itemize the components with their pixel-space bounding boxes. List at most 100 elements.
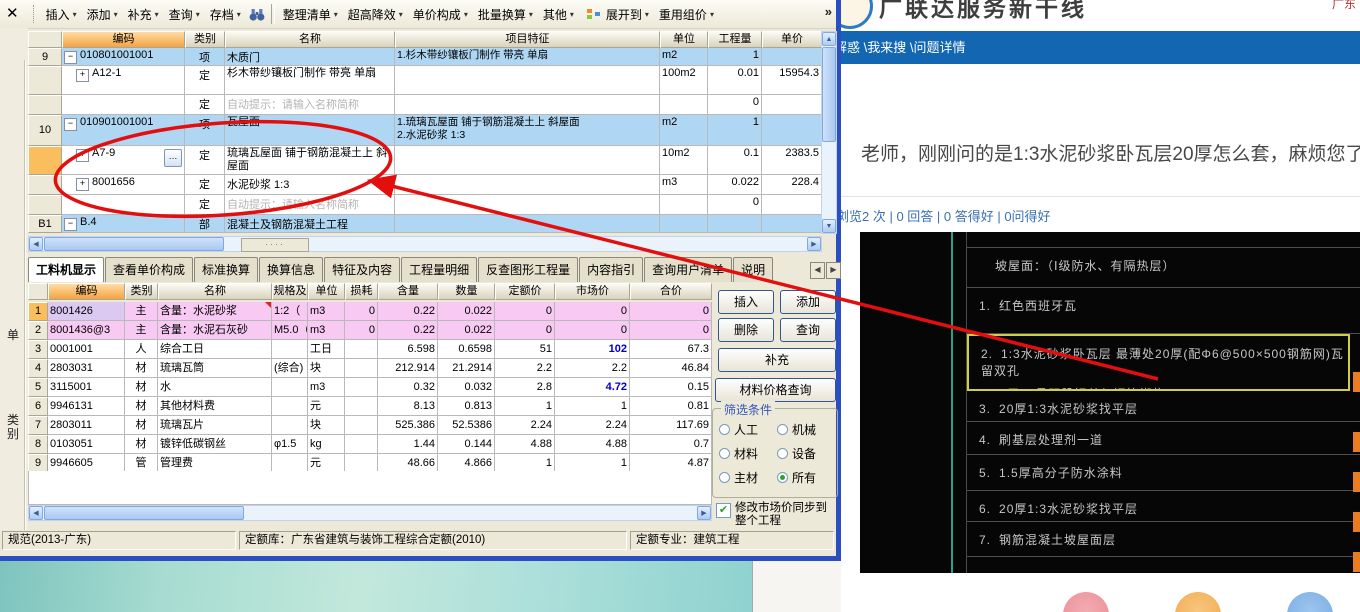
query-button[interactable]: 查询 (780, 318, 836, 342)
scroll-right-icon[interactable]: ▶ (697, 506, 711, 520)
menu-item-展开到[interactable]: 展开到 ▾ (579, 4, 654, 25)
resource-row[interactable]: 5 3115001 材水 m3 0.32 0.032 2.8 4.72 0.15 (28, 378, 712, 397)
collapse-icon[interactable]: − (64, 118, 77, 131)
code-cell[interactable] (62, 95, 185, 115)
code-cell[interactable]: + A7-9… (62, 146, 185, 175)
hscroll-thumb[interactable] (44, 506, 244, 520)
bill-row[interactable]: 定自动提示：请输入名称简称 0 (28, 195, 822, 215)
insert-button[interactable]: 插入 (718, 290, 774, 314)
name-cell[interactable]: 木质门 (225, 48, 395, 66)
market-cell[interactable]: 0 (555, 321, 630, 340)
supplement-button[interactable]: 补充 (718, 348, 836, 372)
material-price-query-button[interactable]: 材料价格查询 (715, 378, 836, 402)
column-header-名称[interactable]: 名称 (225, 31, 395, 48)
tab-内容指引[interactable]: 内容指引 (579, 257, 644, 282)
code-cell[interactable]: +8001656 (62, 175, 185, 195)
menu-item-添加[interactable]: 添加 ▾ (82, 4, 123, 25)
column-header-编码[interactable]: 编码 (48, 283, 125, 300)
name-cell[interactable]: 琉璃瓦屋面 铺于钢筋混凝土上 斜屋面 (225, 146, 395, 175)
collapse-icon[interactable]: − (64, 218, 77, 231)
market-cell[interactable]: 4.72 (555, 378, 630, 397)
radio-icon[interactable] (777, 448, 788, 459)
radio-icon[interactable] (777, 424, 788, 435)
market-cell[interactable]: 0 (555, 302, 630, 321)
bill-row[interactable]: +8001656 定水泥砂浆 1:3 m3 0.022 228.4 (28, 175, 822, 195)
radio-icon[interactable] (719, 448, 730, 459)
menu-item-存档[interactable]: 存档 ▾ (205, 4, 246, 25)
code-cell[interactable]: + A12-1 (62, 66, 185, 95)
tab-特征及内容[interactable]: 特征及内容 (324, 257, 401, 282)
scroll-left-icon[interactable]: ◀ (29, 237, 43, 251)
column-header-单价[interactable]: 单价 (762, 31, 822, 48)
radio-所有[interactable]: 所有 (777, 469, 831, 486)
code-cell[interactable]: −010801001001 (62, 48, 185, 66)
tab-反查图形工程量[interactable]: 反查图形工程量 (478, 257, 579, 282)
column-header-类别[interactable]: 类别 (185, 31, 225, 48)
emoji-orange-icon[interactable] (1175, 592, 1221, 612)
expand-icon[interactable]: + (76, 178, 89, 191)
sync-market-price-checkbox[interactable]: ✔ 修改市场价同步到整个工程 (716, 502, 836, 528)
search-binoculars-icon[interactable] (249, 7, 265, 22)
column-header-名称[interactable]: 名称 (158, 283, 272, 300)
resource-row[interactable]: 1 8001426 主含量：水泥砂浆 1:2（ m3 0 0.22 0.022 0 0 0 (28, 302, 712, 321)
tab-scroll-right-icon[interactable]: ▶ (826, 262, 841, 279)
market-cell[interactable]: 1 (555, 397, 630, 416)
bill-row[interactable]: + A7-9 … 定琉璃瓦屋面 铺于钢筋混凝土上 斜屋面 10m2 0.1 2383.5 (28, 146, 822, 175)
vscroll-thumb[interactable] (822, 47, 836, 142)
emoji-blue-icon[interactable] (1287, 592, 1333, 612)
resource-row[interactable]: 2 8001436@3 主含量：水泥石灰砂 M5.0（ m3 0 0.22 0.022 0 0 0 (28, 321, 712, 340)
resource-row[interactable]: 6 9946131 材其他材料费元 8.13 0.813 1 1 0.81 (28, 397, 712, 416)
collapse-icon[interactable]: − (64, 51, 77, 64)
radio-主材[interactable]: 主材 (719, 469, 777, 486)
main-table-vscrollbar[interactable]: ▲ ▼ (821, 31, 837, 234)
menu-item-单价构成[interactable]: 单价构成 ▾ (408, 4, 473, 25)
hscroll-thumb[interactable] (44, 237, 224, 251)
radio-icon[interactable] (719, 424, 730, 435)
code-cell[interactable]: −010901001001 (62, 115, 185, 146)
menu-item-重用组价[interactable]: 重用组价 ▾ (654, 4, 719, 25)
name-cell[interactable]: 水泥砂浆 1:3 (225, 175, 395, 195)
market-cell[interactable]: 102 (555, 340, 630, 359)
name-cell[interactable]: 自动提示：请输入名称简称 (225, 95, 395, 115)
radio-人工[interactable]: 人工 (719, 421, 777, 438)
scroll-down-icon[interactable]: ▼ (822, 219, 836, 233)
column-header-类别[interactable]: 类别 (125, 283, 158, 300)
bill-row[interactable]: 定自动提示：请输入名称简称 0 (28, 95, 822, 115)
menu-item-插入[interactable]: 插入 ▾ (41, 4, 82, 25)
resource-row[interactable]: 3 0001001 人综合工日 工日 6.598 0.6598 51 102 67.3 (28, 340, 712, 359)
quantity-cell[interactable]: 0.1 (708, 146, 762, 175)
quantity-cell[interactable] (708, 215, 762, 233)
pane-splitter-dots[interactable]: ···· (241, 238, 309, 252)
scroll-right-icon[interactable]: ▶ (807, 237, 821, 251)
expand-icon[interactable]: + (76, 149, 89, 162)
region-link[interactable]: 广东 (1332, 0, 1356, 12)
tab-标准换算[interactable]: 标准换算 (194, 257, 259, 282)
column-header-含量[interactable]: 含量 (378, 283, 438, 300)
column-header-编码[interactable]: 编码 (62, 31, 185, 48)
menu-item-其他[interactable]: 其他 ▾ (538, 4, 579, 25)
code-cell[interactable]: − B.4 (62, 215, 185, 233)
tab-scroller[interactable]: ◀ ▶ (810, 262, 841, 279)
name-cell[interactable]: 自动提示：请输入名称简称 (225, 195, 395, 215)
quantity-cell[interactable]: 1 (708, 115, 762, 146)
quantity-cell[interactable]: 1 (708, 48, 762, 66)
market-cell[interactable]: 2.2 (555, 359, 630, 378)
delete-button[interactable]: 删除 (718, 318, 774, 342)
bill-row[interactable]: 10−010901001001 项瓦屋面 1.琉璃瓦屋面 铺于钢筋混凝土上 斜屋面 … (28, 115, 822, 146)
column-header-市场价[interactable]: 市场价 (555, 283, 630, 300)
menu-item-整理清单[interactable]: 整理清单 ▾ (278, 4, 343, 25)
tab-换算信息[interactable]: 换算信息 (259, 257, 324, 282)
column-header-数量[interactable]: 数量 (438, 283, 495, 300)
column-header-工程量[interactable]: 工程量 (708, 31, 762, 48)
checkbox-check-icon[interactable]: ✔ (716, 503, 731, 518)
tab-scroll-left-icon[interactable]: ◀ (810, 262, 825, 279)
tab-工程量明细[interactable]: 工程量明细 (401, 257, 478, 282)
column-header-合价[interactable]: 合价 (630, 283, 712, 300)
column-header-项目特征[interactable]: 项目特征 (395, 31, 660, 48)
quantity-cell[interactable]: 0.022 (708, 175, 762, 195)
radio-机械[interactable]: 机械 (777, 421, 831, 438)
resource-table-hscrollbar[interactable]: ◀ ▶ (28, 505, 712, 521)
quantity-cell[interactable]: 0.01 (708, 66, 762, 95)
tab-查询用户清单[interactable]: 查询用户清单 (644, 257, 733, 282)
emoji-pink-icon[interactable] (1063, 592, 1109, 612)
